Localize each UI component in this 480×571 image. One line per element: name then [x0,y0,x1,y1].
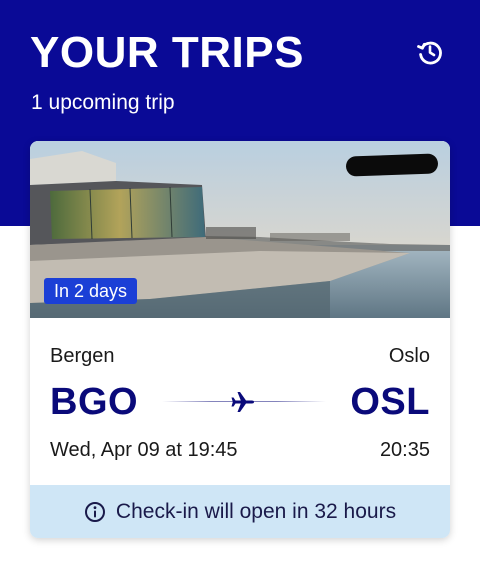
arrival-time: 20:35 [379,439,430,461]
origin-city: Bergen [50,345,115,367]
redaction-mark [345,153,439,177]
destination-airport-code: OSL [350,381,430,423]
checkin-status-text: Check-in will open in 32 hours [115,499,397,523]
checkin-status-bar: Check-in will open in 32 hours [30,485,450,538]
destination-city: Oslo [388,345,430,367]
history-icon [417,41,442,65]
history-button[interactable] [414,36,446,68]
upcoming-trip-count: 1 upcoming trip [31,91,175,114]
trip-card[interactable]: In 2 days Bergen Oslo BGO OSL Wed, Apr 0… [30,141,450,538]
airplane-icon [231,392,254,412]
departure-time: Wed, Apr 09 at 19:45 [50,439,238,461]
days-until-badge: In 2 days [44,278,138,304]
info-icon [84,501,105,522]
origin-airport-code: BGO [50,381,139,423]
page-title: YOUR TRIPS [30,28,304,77]
